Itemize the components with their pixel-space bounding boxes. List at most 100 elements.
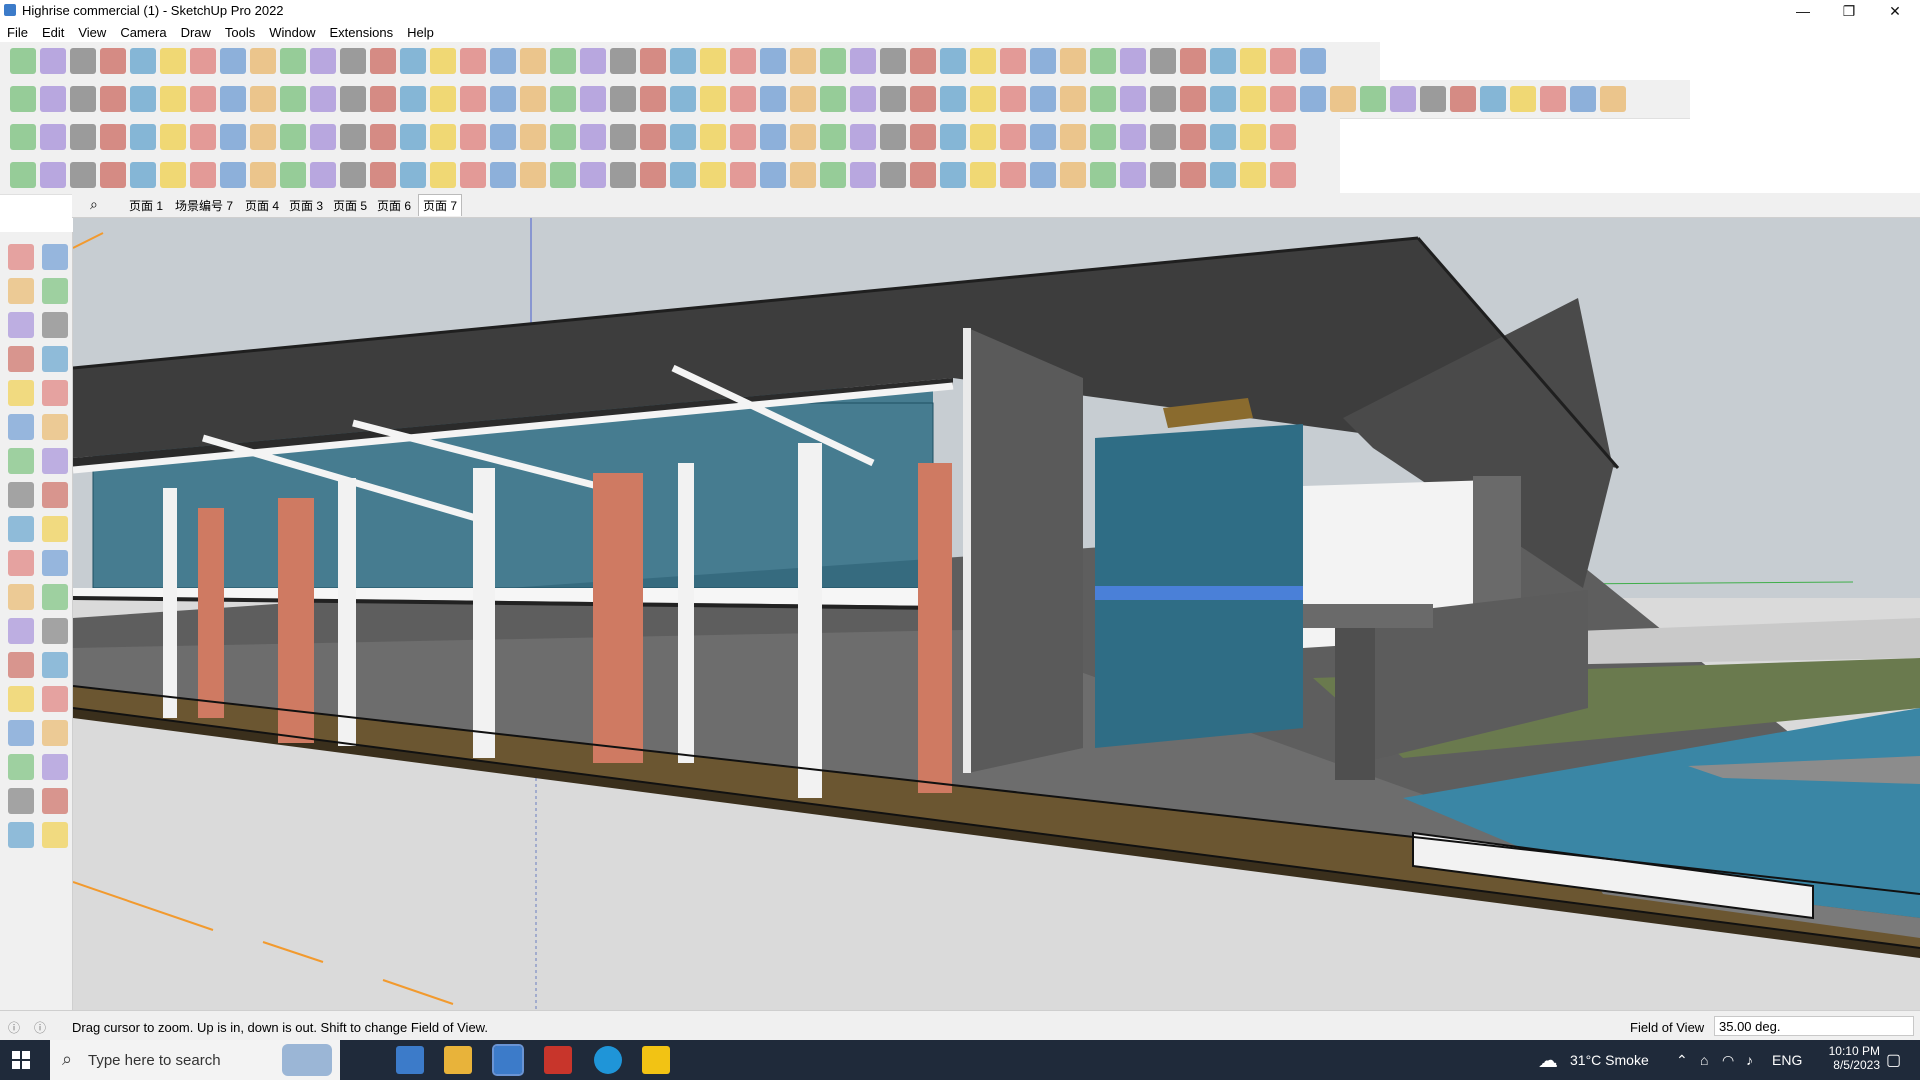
pan-tool-icon[interactable] [970, 162, 996, 188]
move-tool-icon[interactable] [190, 86, 216, 112]
zoom-tool-icon[interactable] [10, 48, 36, 74]
tag-tool-icon[interactable] [520, 124, 546, 150]
rotate-tool-icon[interactable] [220, 162, 246, 188]
rectangle-tool-icon[interactable] [700, 48, 726, 74]
paint-tool-icon[interactable] [8, 278, 34, 304]
zoom-tool-icon[interactable] [1150, 162, 1176, 188]
orbit-tool-icon[interactable] [370, 86, 396, 112]
calculator-app-icon[interactable] [396, 1046, 424, 1074]
scene-tab-5[interactable]: 页面 5 [330, 197, 370, 214]
menu-draw[interactable]: Draw [174, 22, 218, 42]
select-tool-icon[interactable] [8, 244, 34, 270]
menu-view[interactable]: View [71, 22, 113, 42]
scene-tab-3[interactable]: 页面 4 [242, 197, 282, 214]
task-view-icon[interactable] [346, 1046, 374, 1074]
zoom-extents-tool-icon[interactable] [460, 86, 486, 112]
zoom-extents-tool-icon[interactable] [460, 48, 486, 74]
section-tool-icon[interactable] [550, 86, 576, 112]
eraser-tool-icon[interactable] [1210, 124, 1236, 150]
model-viewport[interactable] [73, 218, 1920, 1010]
pencil-tool-icon[interactable] [100, 48, 126, 74]
zoom-window-tool-icon[interactable] [430, 86, 456, 112]
paint-tool-icon[interactable] [910, 162, 936, 188]
pencil-tool-icon[interactable] [670, 48, 696, 74]
zoom-window-tool-icon[interactable] [430, 162, 456, 188]
pan-tool-icon[interactable] [400, 86, 426, 112]
rotated-rect-tool-icon[interactable] [42, 380, 68, 406]
pushpull-tool-icon[interactable] [160, 124, 186, 150]
rectangle-tool-icon[interactable] [700, 124, 726, 150]
pan-tool-icon[interactable] [1540, 86, 1566, 112]
menu-extensions[interactable]: Extensions [323, 22, 401, 42]
rectangle-tool-icon[interactable] [130, 48, 156, 74]
pushpull-tool-icon[interactable] [160, 162, 186, 188]
section-tool-icon[interactable] [1120, 162, 1146, 188]
eraser-tool-icon[interactable] [640, 124, 666, 150]
minimize-button[interactable]: — [1780, 0, 1826, 22]
menu-help[interactable]: Help [400, 22, 441, 42]
taskbar-search-box[interactable]: ⌕ Type here to search [50, 1040, 340, 1080]
sticky-notes-icon[interactable] [642, 1046, 670, 1074]
language-indicator[interactable]: ENG [1772, 1052, 1802, 1068]
pushpull-tool-icon[interactable] [160, 86, 186, 112]
orbit-tool-icon[interactable] [940, 48, 966, 74]
offset-tool-icon[interactable] [42, 482, 68, 508]
windows-start-icon[interactable] [12, 1051, 30, 1069]
solid-tool-icon[interactable] [42, 822, 68, 848]
zoom-tool-icon[interactable] [10, 124, 36, 150]
tape-tool-icon[interactable] [1420, 86, 1446, 112]
restore-button[interactable]: ❐ [1826, 0, 1872, 22]
zoom-window-tool-icon[interactable] [1000, 124, 1026, 150]
notification-icon[interactable]: ▢ [1886, 1050, 1901, 1070]
move-tool-icon[interactable] [190, 48, 216, 74]
text-tool-icon[interactable] [310, 124, 336, 150]
pencil-tool-icon[interactable] [100, 86, 126, 112]
section-tool-icon[interactable] [42, 618, 68, 644]
rectangle-tool-icon[interactable] [700, 162, 726, 188]
orbit-tool-icon[interactable] [940, 86, 966, 112]
scale-tool-icon[interactable] [820, 48, 846, 74]
fov-value-box[interactable]: 35.00 deg. [1714, 1016, 1914, 1036]
pan-tool-icon[interactable] [970, 48, 996, 74]
zoom-tool-icon[interactable] [1150, 124, 1176, 150]
paint-tool-icon[interactable] [340, 124, 366, 150]
zoom-tool-icon[interactable] [580, 162, 606, 188]
line-tool-icon[interactable] [8, 346, 34, 372]
zoom-window-tool-icon[interactable] [430, 124, 456, 150]
rotate-tool-icon[interactable] [790, 48, 816, 74]
file-explorer-icon[interactable] [444, 1046, 472, 1074]
clock[interactable]: 10:10 PM 8/5/2023 [1814, 1044, 1880, 1072]
dimension-tool-icon[interactable] [8, 618, 34, 644]
tag-tool-icon[interactable] [1090, 86, 1116, 112]
eraser-tool-icon[interactable] [1210, 162, 1236, 188]
scale-tool-icon[interactable] [820, 86, 846, 112]
rectangle-tool-icon[interactable] [130, 124, 156, 150]
edge-browser-icon[interactable] [594, 1046, 622, 1074]
paint-tool-icon[interactable] [340, 162, 366, 188]
pushpull-tool-icon[interactable] [1300, 86, 1326, 112]
search-icon[interactable]: ⌕ [90, 196, 98, 213]
pan-tool-icon[interactable] [400, 162, 426, 188]
eraser-tool-icon[interactable] [42, 278, 68, 304]
orbit-tool-icon[interactable] [940, 124, 966, 150]
pushpull-tool-icon[interactable] [730, 124, 756, 150]
pushpull-tool-icon[interactable] [160, 48, 186, 74]
pie-tool-icon[interactable] [42, 448, 68, 474]
select-tool-icon[interactable] [1180, 124, 1206, 150]
polygon-tool-icon[interactable] [42, 414, 68, 440]
tape-tool-icon[interactable] [850, 48, 876, 74]
text-tool-icon[interactable] [880, 86, 906, 112]
move-tool-icon[interactable] [760, 124, 786, 150]
move-tool-icon[interactable] [760, 86, 786, 112]
tape-tool-icon[interactable] [280, 48, 306, 74]
sketchup-taskbar-icon[interactable] [492, 1044, 524, 1076]
component-tool-icon[interactable] [8, 312, 34, 338]
pencil-tool-icon[interactable] [1240, 162, 1266, 188]
scale-tool-icon[interactable] [250, 124, 276, 150]
pencil-tool-icon[interactable] [670, 162, 696, 188]
zoom-extents-tool-icon[interactable] [460, 162, 486, 188]
follow-me-tool-icon[interactable] [42, 516, 68, 542]
paint-tool-icon[interactable] [1480, 86, 1506, 112]
pencil-tool-icon[interactable] [100, 162, 126, 188]
move-tool-icon[interactable] [1330, 86, 1356, 112]
